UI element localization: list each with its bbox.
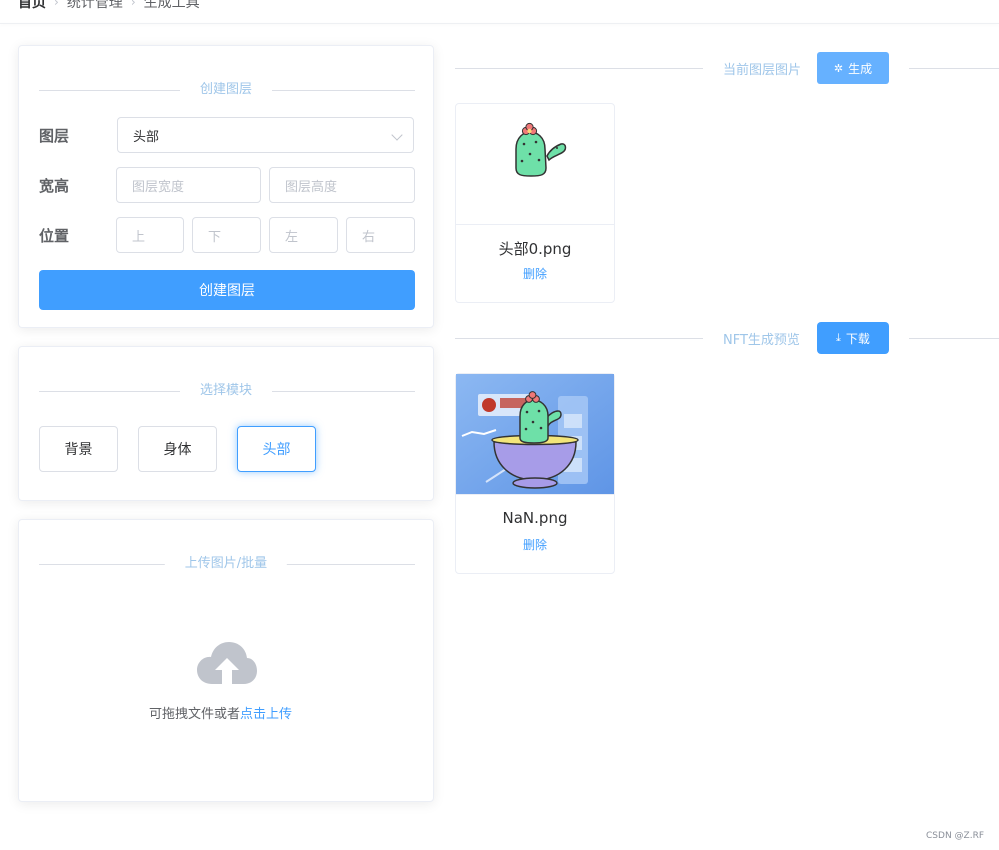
cactus-image xyxy=(515,122,567,177)
layer-label: 图层 xyxy=(39,127,70,145)
image-card-divider xyxy=(456,224,614,225)
header-divider xyxy=(0,23,999,24)
upload-card: 上传图片/批量 可拖拽文件或者点击上传 xyxy=(18,519,434,802)
layer-image[interactable] xyxy=(456,104,614,224)
image-card-divider xyxy=(456,494,614,495)
layer-height-input[interactable]: 图层高度 xyxy=(269,167,415,203)
breadcrumb-separator-icon: › xyxy=(54,0,59,9)
breadcrumb-separator-icon: › xyxy=(130,0,136,9)
size-label: 宽高 xyxy=(39,177,70,195)
breadcrumb-home[interactable]: 首页 xyxy=(18,0,46,12)
layer-width-input[interactable]: 图层宽度 xyxy=(116,167,261,203)
preview-image-name: NaN.png xyxy=(502,509,568,527)
download-button[interactable]: ⤓ 下载 xyxy=(817,322,889,354)
upload-title: 上传图片/批量 xyxy=(164,555,288,573)
position-right-input[interactable]: 右 xyxy=(346,217,415,253)
section-divider xyxy=(909,68,999,69)
download-icon: ⤓ xyxy=(836,331,841,344)
breadcrumb: 首页 › 统计管理 › 生成工具 xyxy=(18,0,200,14)
preview-title: NFT生成预览 xyxy=(723,333,800,348)
section-divider xyxy=(455,338,703,339)
position-bottom-input[interactable]: 下 xyxy=(192,217,261,253)
current-layer-title: 当前图层图片 xyxy=(723,63,802,78)
layer-image-delete[interactable]: 删除 xyxy=(456,265,614,282)
magic-wand-icon: ✲ xyxy=(833,61,844,75)
cloud-upload-icon xyxy=(197,642,257,686)
generate-button-label: 生成 xyxy=(848,61,873,76)
select-module-title: 选择模块 xyxy=(179,382,273,400)
upload-hint: 可拖拽文件或者点击上传 xyxy=(149,703,292,722)
breadcrumb-item-stats[interactable]: 统计管理 xyxy=(67,0,123,12)
module-button-head[interactable]: 头部 xyxy=(237,426,316,472)
layer-select[interactable]: 头部 xyxy=(117,117,414,153)
position-left-input[interactable]: 左 xyxy=(269,217,338,253)
preview-image-card: NaN.png 删除 xyxy=(455,373,615,574)
preview-image[interactable] xyxy=(456,374,614,494)
layer-image-name: 头部0.png xyxy=(498,240,572,258)
create-layer-button[interactable]: 创建图层 xyxy=(39,270,415,310)
create-layer-title: 创建图层 xyxy=(179,81,273,99)
nft-preview-image xyxy=(456,374,614,494)
chevron-down-icon xyxy=(391,129,403,141)
upload-hint-text: 可拖拽文件或者 xyxy=(149,707,241,722)
generate-button[interactable]: ✲ 生成 xyxy=(817,52,889,84)
layer-image-card: 头部0.png 删除 xyxy=(455,103,615,303)
module-button-body[interactable]: 身体 xyxy=(138,426,217,472)
select-module-card: 选择模块 背景 身体 头部 xyxy=(18,346,434,501)
module-button-background[interactable]: 背景 xyxy=(39,426,118,472)
preview-image-delete[interactable]: 删除 xyxy=(456,536,614,553)
create-layer-card: 创建图层 图层 头部 宽高 图层宽度 图层高度 位置 上 下 左 右 创建图层 xyxy=(18,45,434,328)
upload-click-link[interactable]: 点击上传 xyxy=(240,707,292,722)
position-label: 位置 xyxy=(39,227,70,245)
section-divider xyxy=(909,338,999,339)
download-button-label: 下载 xyxy=(845,331,870,346)
upload-dropzone[interactable]: 可拖拽文件或者点击上传 xyxy=(39,590,415,780)
breadcrumb-item-tool: 生成工具 xyxy=(143,0,200,11)
layer-select-value: 头部 xyxy=(133,129,160,145)
position-top-input[interactable]: 上 xyxy=(116,217,184,253)
watermark: CSDN @Z.RF xyxy=(926,831,984,841)
section-divider xyxy=(455,68,703,69)
